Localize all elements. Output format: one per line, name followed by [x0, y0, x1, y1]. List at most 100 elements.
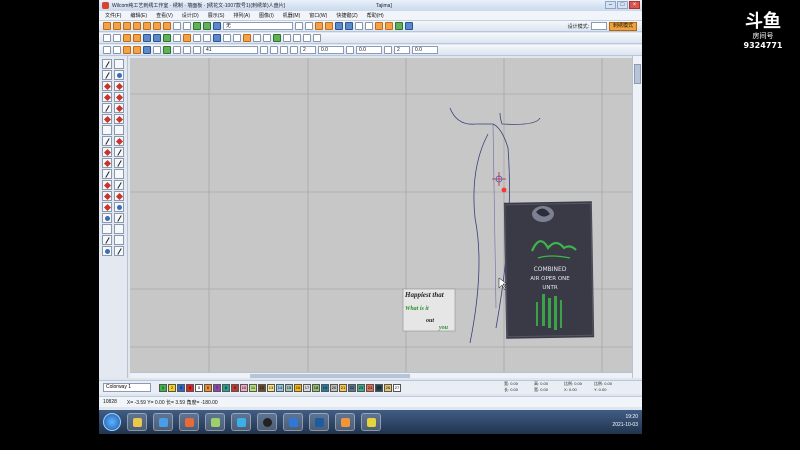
menu-shortcuts[interactable]: 快捷键(Z)	[336, 12, 357, 19]
taskbar-ie-icon[interactable]	[231, 413, 251, 431]
ruler-icon[interactable]	[153, 46, 161, 54]
color-swatch[interactable]: 23	[357, 383, 365, 392]
menu-show[interactable]: 展示(S)	[208, 12, 225, 19]
width-icon[interactable]	[260, 46, 268, 54]
save-icon[interactable]	[123, 22, 131, 30]
undo-icon[interactable]	[173, 22, 181, 30]
scale-icon[interactable]	[303, 34, 311, 42]
start-button[interactable]	[103, 413, 121, 431]
blackwork-tool-icon[interactable]	[102, 246, 112, 256]
applique-icon[interactable]	[385, 22, 393, 30]
color-swatch[interactable]: 16	[294, 383, 302, 392]
text-card[interactable]: Happiest that What is it out you	[402, 288, 456, 332]
menu-window[interactable]: 窗口(W)	[309, 12, 327, 19]
group-icon[interactable]	[313, 34, 321, 42]
menu-machine[interactable]: 机器(M)	[283, 12, 301, 19]
drawing-tool-icon[interactable]	[113, 246, 124, 256]
outline-icon[interactable]	[123, 34, 131, 42]
color-swatch[interactable]: 3	[177, 383, 185, 392]
color-swatch[interactable]: 4	[186, 383, 194, 392]
chenille-tool-icon[interactable]	[102, 235, 112, 245]
value-field-4[interactable]: 2	[394, 46, 410, 54]
color-swatch[interactable]: 22	[348, 383, 356, 392]
fill-icon[interactable]	[133, 34, 141, 42]
pen-tool-icon[interactable]	[102, 70, 112, 80]
print-icon[interactable]	[133, 22, 141, 30]
reshape-icon[interactable]	[113, 34, 121, 42]
taskbar-folder-icon[interactable]	[205, 413, 225, 431]
color-swatch[interactable]: 13	[267, 383, 275, 392]
complex-fill-tool-icon[interactable]	[113, 92, 124, 102]
close-button[interactable]: ×	[629, 1, 640, 9]
value-field-1[interactable]: 2	[300, 46, 316, 54]
column-b-tool-icon[interactable]	[102, 92, 112, 102]
circle-tool-icon[interactable]	[113, 70, 124, 80]
lettering-icon[interactable]	[173, 34, 181, 42]
underlay-icon[interactable]	[213, 34, 221, 42]
menu-image[interactable]: 图像(I)	[259, 12, 274, 19]
sequin-icon[interactable]	[395, 22, 403, 30]
taskbar-help-icon[interactable]	[335, 413, 355, 431]
mirror-icon[interactable]	[283, 34, 291, 42]
auto-start-icon[interactable]	[273, 34, 281, 42]
color-swatch[interactable]: 15	[285, 383, 293, 392]
color-swatch[interactable]: 1	[159, 383, 167, 392]
colorway-select[interactable]: Colorway 1	[103, 383, 151, 392]
rotate-icon[interactable]	[293, 34, 301, 42]
density-icon[interactable]	[233, 34, 241, 42]
color-swatch[interactable]: 24	[366, 383, 374, 392]
color-swatch[interactable]: 19	[321, 383, 329, 392]
color-swatch[interactable]: 20	[330, 383, 338, 392]
grid-icon[interactable]	[305, 22, 313, 30]
pan-icon[interactable]	[113, 46, 121, 54]
fabric-icon[interactable]	[325, 22, 333, 30]
polyline-tool-icon[interactable]	[113, 59, 124, 69]
text-icon[interactable]	[365, 22, 373, 30]
knife-tool-icon[interactable]	[113, 125, 124, 135]
3d-tool-icon[interactable]	[113, 224, 124, 234]
embroidery-mode-button[interactable]: 刺绣模式	[608, 21, 637, 31]
angle-icon[interactable]	[243, 34, 251, 42]
stitch-edit-tool-icon[interactable]	[102, 136, 112, 146]
menu-arrange[interactable]: 排列(A)	[233, 12, 250, 19]
color-swatch[interactable]: 11	[249, 383, 257, 392]
zoom-icon[interactable]	[213, 22, 221, 30]
show-outline-icon[interactable]	[173, 46, 181, 54]
height-icon[interactable]	[270, 46, 278, 54]
motif-run-tool-icon[interactable]	[113, 191, 124, 201]
sequin-tool-icon[interactable]	[113, 202, 124, 212]
input-b-tool-icon[interactable]	[102, 114, 112, 124]
color-swatch[interactable]: 5	[195, 383, 203, 392]
taskbar-snowflake-icon[interactable]	[309, 413, 329, 431]
applique-tool-icon[interactable]	[102, 158, 112, 168]
taskbar-explorer-icon[interactable]	[127, 413, 147, 431]
redo-icon[interactable]	[183, 22, 191, 30]
taskbar-wilcom-icon[interactable]	[361, 413, 381, 431]
maximize-button[interactable]: □	[617, 1, 628, 9]
motif-tool-icon[interactable]	[102, 191, 112, 201]
lettering-tool-icon[interactable]	[113, 158, 124, 168]
branch-icon[interactable]	[263, 34, 271, 42]
horizontal-scrollbar[interactable]	[130, 372, 632, 378]
title-bar[interactable]: Wilcom纯工艺刺绣工作室 · 绣制 · 墙面板 · [绣花文-1007款号1…	[99, 0, 642, 11]
zoom-fit-icon[interactable]	[143, 46, 151, 54]
color-swatch[interactable]: 17	[303, 383, 311, 392]
color-swatch[interactable]: 27	[393, 383, 401, 392]
pointer-icon[interactable]	[103, 46, 111, 54]
color-swatch[interactable]: 12	[258, 383, 266, 392]
vertical-scrollbar[interactable]	[632, 56, 642, 378]
menu-design[interactable]: 设计(D)	[182, 12, 199, 19]
offset-icon[interactable]	[384, 46, 392, 54]
satin-icon[interactable]	[143, 34, 151, 42]
show-stitches-icon[interactable]	[163, 46, 171, 54]
new-file-icon[interactable]	[103, 22, 111, 30]
style-dropdown[interactable]: 无	[223, 22, 293, 30]
menu-edit[interactable]: 编辑(E)	[130, 12, 147, 19]
design-canvas[interactable]: Happiest that What is it out you COMBINE…	[130, 58, 632, 372]
stitch-angle-tool-icon[interactable]	[113, 180, 124, 190]
tie-in-icon[interactable]	[203, 34, 211, 42]
stitch-player-icon[interactable]	[193, 22, 201, 30]
system-tray[interactable]: 19:20 2021-10-03	[612, 413, 638, 429]
minimize-button[interactable]: –	[605, 1, 616, 9]
trim-icon[interactable]	[183, 34, 191, 42]
